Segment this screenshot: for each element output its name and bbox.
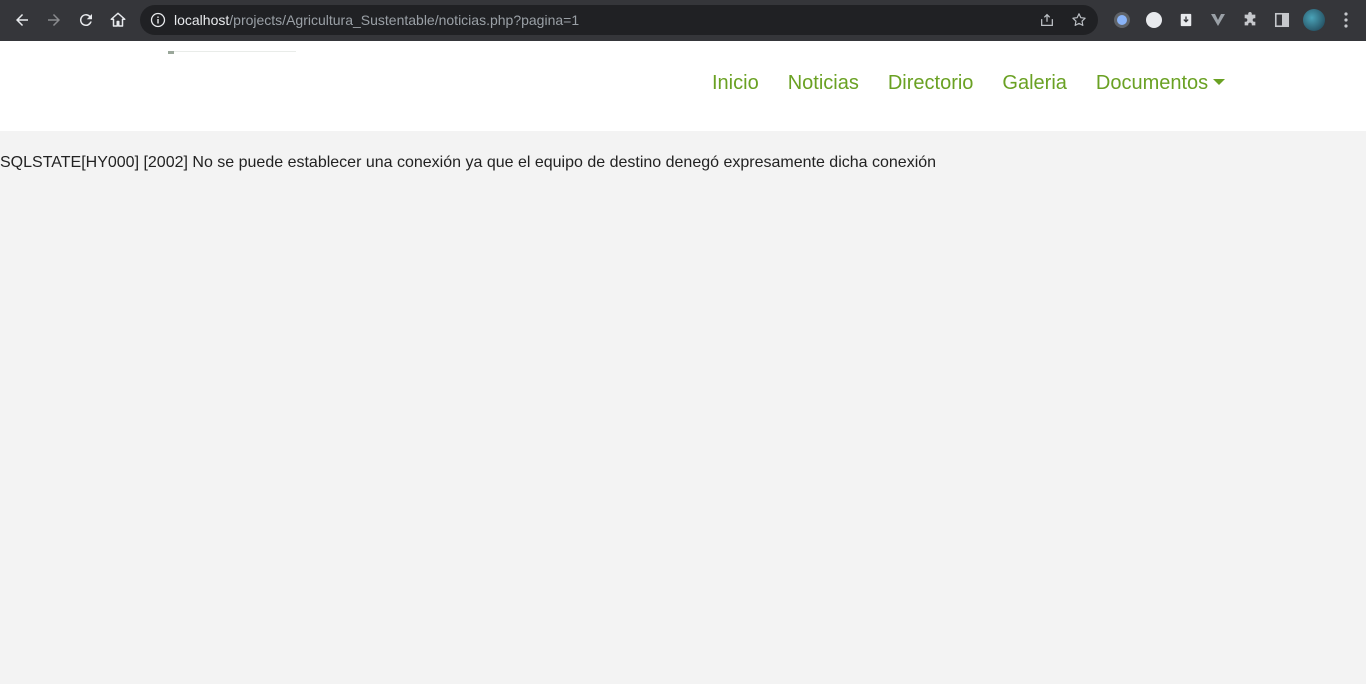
nav-inicio[interactable]: Inicio (712, 71, 759, 95)
profile-avatar[interactable] (1298, 5, 1330, 35)
extensions-puzzle-icon[interactable] (1234, 5, 1266, 35)
nav-directorio[interactable]: Directorio (888, 71, 974, 95)
back-icon[interactable] (6, 4, 38, 36)
address-bar[interactable]: localhost/projects/Agricultura_Sustentab… (140, 5, 1098, 35)
nav-documentos-dropdown[interactable]: Documentos (1095, 71, 1226, 95)
site-header: Inicio Noticias Directorio Galeria Docum… (0, 41, 1366, 131)
error-message: SQLSTATE[HY000] [2002] No se puede estab… (0, 154, 937, 171)
extension-v-icon[interactable] (1202, 5, 1234, 35)
forward-icon[interactable] (38, 4, 70, 36)
share-icon[interactable] (1036, 11, 1058, 29)
caret-down-icon (1213, 79, 1226, 85)
side-panel-icon[interactable] (1266, 5, 1298, 35)
browser-toolbar: localhost/projects/Agricultura_Sustentab… (0, 0, 1366, 41)
nav-noticias[interactable]: Noticias (788, 71, 859, 95)
reload-icon[interactable] (70, 4, 102, 36)
menu-dots-icon[interactable] (1330, 5, 1362, 35)
extension-circle-icon[interactable] (1106, 5, 1138, 35)
nav-documentos-label: Documentos (1095, 72, 1209, 94)
extension-download-icon[interactable] (1170, 5, 1202, 35)
extension-h-icon[interactable] (1138, 5, 1170, 35)
main-nav: Inicio Noticias Directorio Galeria Docum… (712, 71, 1226, 95)
url-text: localhost/projects/Agricultura_Sustentab… (174, 12, 580, 28)
nav-galeria[interactable]: Galeria (1002, 71, 1066, 95)
bookmark-star-icon[interactable] (1068, 11, 1090, 29)
site-info-icon[interactable] (150, 12, 166, 28)
home-icon[interactable] (102, 4, 134, 36)
site-logo[interactable] (168, 51, 296, 54)
